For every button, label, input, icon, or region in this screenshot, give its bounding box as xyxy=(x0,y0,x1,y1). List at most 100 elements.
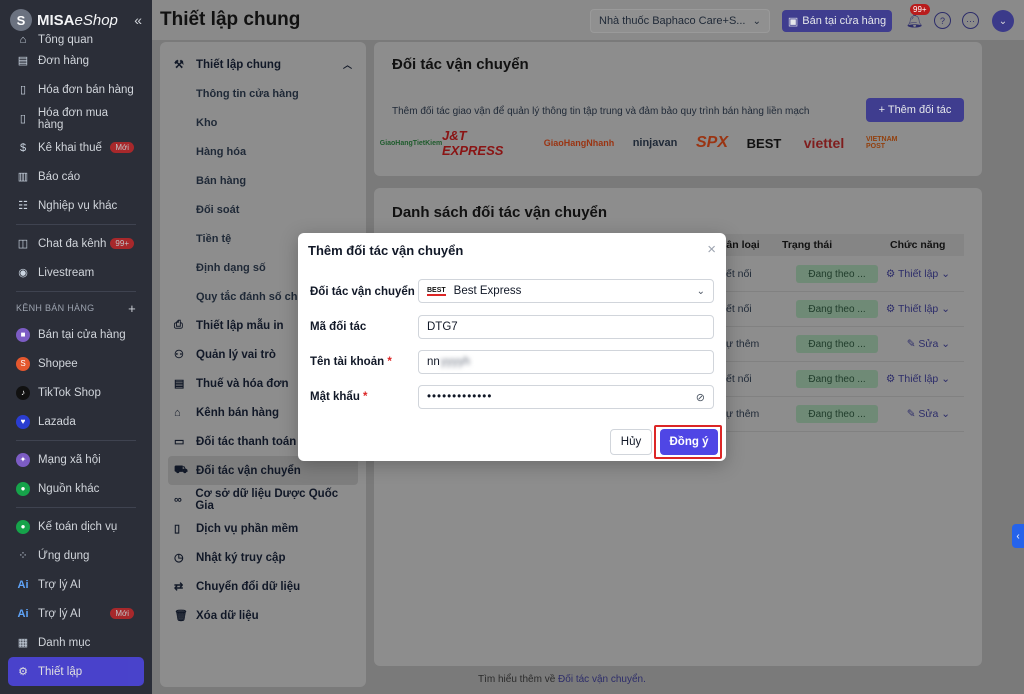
chat-icon: ◫ xyxy=(17,238,29,250)
divider xyxy=(16,507,136,508)
chat-count-badge: 99+ xyxy=(110,238,134,249)
settings-item-software-services[interactable]: ▯ Dịch vụ phần mềm xyxy=(160,514,366,543)
sidebar-item-label: Hóa đơn mua hàng xyxy=(37,106,109,131)
sidebar-item-apps[interactable]: ⁘ Ứng dụng xyxy=(8,541,144,570)
partner-code-input[interactable]: DTG7 xyxy=(418,315,714,339)
ghn-logo[interactable]: GiaoHangNhanh xyxy=(538,130,620,156)
channels-section-label: KÊNH BÁN HÀNG + xyxy=(8,296,144,320)
sidebar-item-shopee[interactable]: S Shopee xyxy=(8,349,144,378)
link-icon: ∞ xyxy=(174,493,182,506)
sell-at-store-button[interactable]: ▣ Bán tại cửa hàng xyxy=(782,10,892,32)
sidebar-item-catalog[interactable]: ▦ Danh mục xyxy=(8,628,144,657)
sidebar-item-purchase-invoice[interactable]: ▯ Hóa đơn mua hàng xyxy=(8,104,144,133)
sidebar-item-label: Đơn hàng xyxy=(38,54,90,67)
sidebar-item-livestream[interactable]: ◉ Livestream xyxy=(8,258,144,287)
history-icon: ◷ xyxy=(174,552,184,564)
close-icon[interactable]: × xyxy=(707,241,716,258)
action-label: Thiết lập xyxy=(898,373,939,385)
settings-item-access-log[interactable]: ◷ Nhật ký truy cập xyxy=(160,543,366,572)
partner-select[interactable]: BEST Best Express ⌄ xyxy=(418,279,714,303)
add-shipping-partner-dialog: Thêm đối tác vận chuyển × Đối tác vận ch… xyxy=(298,233,726,461)
more-icon[interactable]: ··· xyxy=(962,12,979,29)
settings-item-label: Thiết lập mẫu in xyxy=(196,319,284,332)
sidebar-item-lazada[interactable]: ♥ Lazada xyxy=(8,407,144,436)
spx-logo[interactable]: SPX xyxy=(690,130,734,156)
sidebar-item-other-sources[interactable]: ● Nguồn khác xyxy=(8,474,144,503)
settings-item-data-conversion[interactable]: ⇄ Chuyển đổi dữ liệu xyxy=(160,572,366,601)
sidebar-item-reports[interactable]: ▥ Báo cáo xyxy=(8,162,144,191)
catalog-icon: ▦ xyxy=(17,637,29,649)
settings-sub-reconciliation[interactable]: Đối soát xyxy=(160,195,366,224)
sidebar-item-label: Mạng xã hội xyxy=(38,453,101,466)
tax-icon: $ xyxy=(19,141,27,154)
sidebar-item-label: Livestream xyxy=(38,266,95,279)
ninjavan-logo[interactable]: ninjavan xyxy=(632,130,678,156)
vietnam-post-logo[interactable]: VIETNAM POST xyxy=(866,130,910,156)
sidebar-item-other-tasks[interactable]: ☷ Nghiệp vụ khác xyxy=(8,191,144,220)
sidebar-item-pos[interactable]: ■ Bán tại cửa hàng xyxy=(8,320,144,349)
partner-code-value: DTG7 xyxy=(427,321,458,333)
sidebar-item-sales-invoice[interactable]: ▯ Hóa đơn bán hàng xyxy=(8,75,144,104)
sidebar-item-chat[interactable]: ◫ Chat đa kênh 99+ xyxy=(8,229,144,258)
best-express-logo[interactable]: BEST xyxy=(746,130,782,156)
eye-off-icon[interactable]: ⊘ xyxy=(696,391,705,404)
expand-panel-icon[interactable]: ‹ xyxy=(1012,524,1024,548)
partner-code-label: Mã đối tác xyxy=(310,321,367,333)
sidebar-item-ai-assistant-new[interactable]: Ai Trợ lý AI Mới xyxy=(8,599,144,628)
setup-link[interactable]: ⚙ Thiết lập ⌄ xyxy=(886,373,950,385)
edit-link[interactable]: ✎ Sửa ⌄ xyxy=(907,338,950,350)
setup-link[interactable]: ⚙ Thiết lập ⌄ xyxy=(886,303,950,315)
settings-item-delete-data[interactable]: 🗑︎ Xóa dữ liệu xyxy=(160,601,366,630)
avatar[interactable]: ⌄ xyxy=(992,10,1014,32)
cancel-button[interactable]: Hủy xyxy=(610,429,652,455)
logo-text: GiaoHangTietKiem xyxy=(379,139,443,147)
sidebar-item-ai-assistant[interactable]: Ai Trợ lý AI xyxy=(8,570,144,599)
label-text: Đối tác vận chuyển xyxy=(310,286,415,298)
apps-icon: ⁘ xyxy=(18,550,28,562)
settings-group-general[interactable]: ⚒ Thiết lập chung ︿ xyxy=(160,50,366,79)
payment-icon: ▭ xyxy=(174,436,185,448)
account-input[interactable]: nn yyyyh xyxy=(418,350,714,374)
sidebar-item-social[interactable]: ✦ Mạng xã hội xyxy=(8,445,144,474)
footer-text: Tìm hiểu thêm về xyxy=(478,674,556,685)
settings-sub-store-info[interactable]: Thông tin cửa hàng xyxy=(160,79,366,108)
action-label: Sửa xyxy=(918,408,939,420)
viettel-post-logo[interactable]: viettel xyxy=(794,130,854,156)
sidebar-item-overview[interactable]: ⌂ Tổng quan xyxy=(8,34,144,46)
confirm-button[interactable]: Đồng ý xyxy=(660,429,718,455)
sidebar-item-label: Shopee xyxy=(38,357,78,370)
add-partner-button[interactable]: + Thêm đối tác xyxy=(866,98,964,122)
store-select[interactable]: Nhà thuốc Baphaco Care+S... ⌄ xyxy=(590,9,770,33)
jt-express-logo[interactable]: J&T EXPRESS xyxy=(442,128,526,158)
tasks-icon: ☷ xyxy=(18,200,28,212)
add-channel-icon[interactable]: + xyxy=(128,301,136,316)
footer-link[interactable]: Đối tác vận chuyển. xyxy=(558,674,646,685)
sidebar-item-tax[interactable]: $ Kê khai thuế Mới xyxy=(8,133,144,162)
password-input[interactable]: ••••••••••••• ⊘ xyxy=(418,385,714,409)
sidebar-item-accounting[interactable]: ● Kế toán dịch vụ xyxy=(8,512,144,541)
invoice-icon: ▯ xyxy=(19,84,27,96)
label-text: Tên tài khoản xyxy=(310,356,385,368)
settings-sub-warehouse[interactable]: Kho xyxy=(160,108,366,137)
sidebar-item-label: Kế toán dịch vụ xyxy=(38,520,118,533)
shipping-partners-card: Đối tác vận chuyển Thêm đối tác giao vận… xyxy=(374,42,982,176)
sidebar: S MISAeShop « ⌂ Tổng quan ▤ Đơn hàng ▯ Hóa … xyxy=(0,0,152,694)
collapse-sidebar-icon[interactable]: « xyxy=(134,12,142,28)
settings-sub-goods[interactable]: Hàng hóa xyxy=(160,137,366,166)
edit-link[interactable]: ✎ Sửa ⌄ xyxy=(907,408,950,420)
settings-item-national-drug-db[interactable]: ∞ Cơ sở dữ liệu Dược Quốc Gia xyxy=(160,485,366,514)
help-icon[interactable]: ? xyxy=(934,12,951,29)
settings-item-label: Đối tác vận chuyển xyxy=(196,464,301,477)
sidebar-item-tiktok[interactable]: ♪ TikTok Shop xyxy=(8,378,144,407)
sidebar-item-orders[interactable]: ▤ Đơn hàng xyxy=(8,46,144,75)
sidebar-item-label: Tổng quan xyxy=(38,34,93,46)
sidebar-item-settings[interactable]: ⚙ Thiết lập xyxy=(8,657,144,686)
setup-link[interactable]: ⚙ Thiết lập ⌄ xyxy=(886,268,950,280)
misa-logo-icon: S xyxy=(10,9,32,31)
ghtk-logo[interactable]: GiaoHangTietKiem xyxy=(380,130,443,156)
settings-sub-sales[interactable]: Bán hàng xyxy=(160,166,366,195)
wrench-icon: ⚒ xyxy=(174,59,184,71)
sidebar-item-label: Danh mục xyxy=(38,636,91,649)
trash-icon: 🗑︎ xyxy=(174,610,188,622)
settings-item-label: Cơ sở dữ liệu Dược Quốc Gia xyxy=(195,487,339,512)
